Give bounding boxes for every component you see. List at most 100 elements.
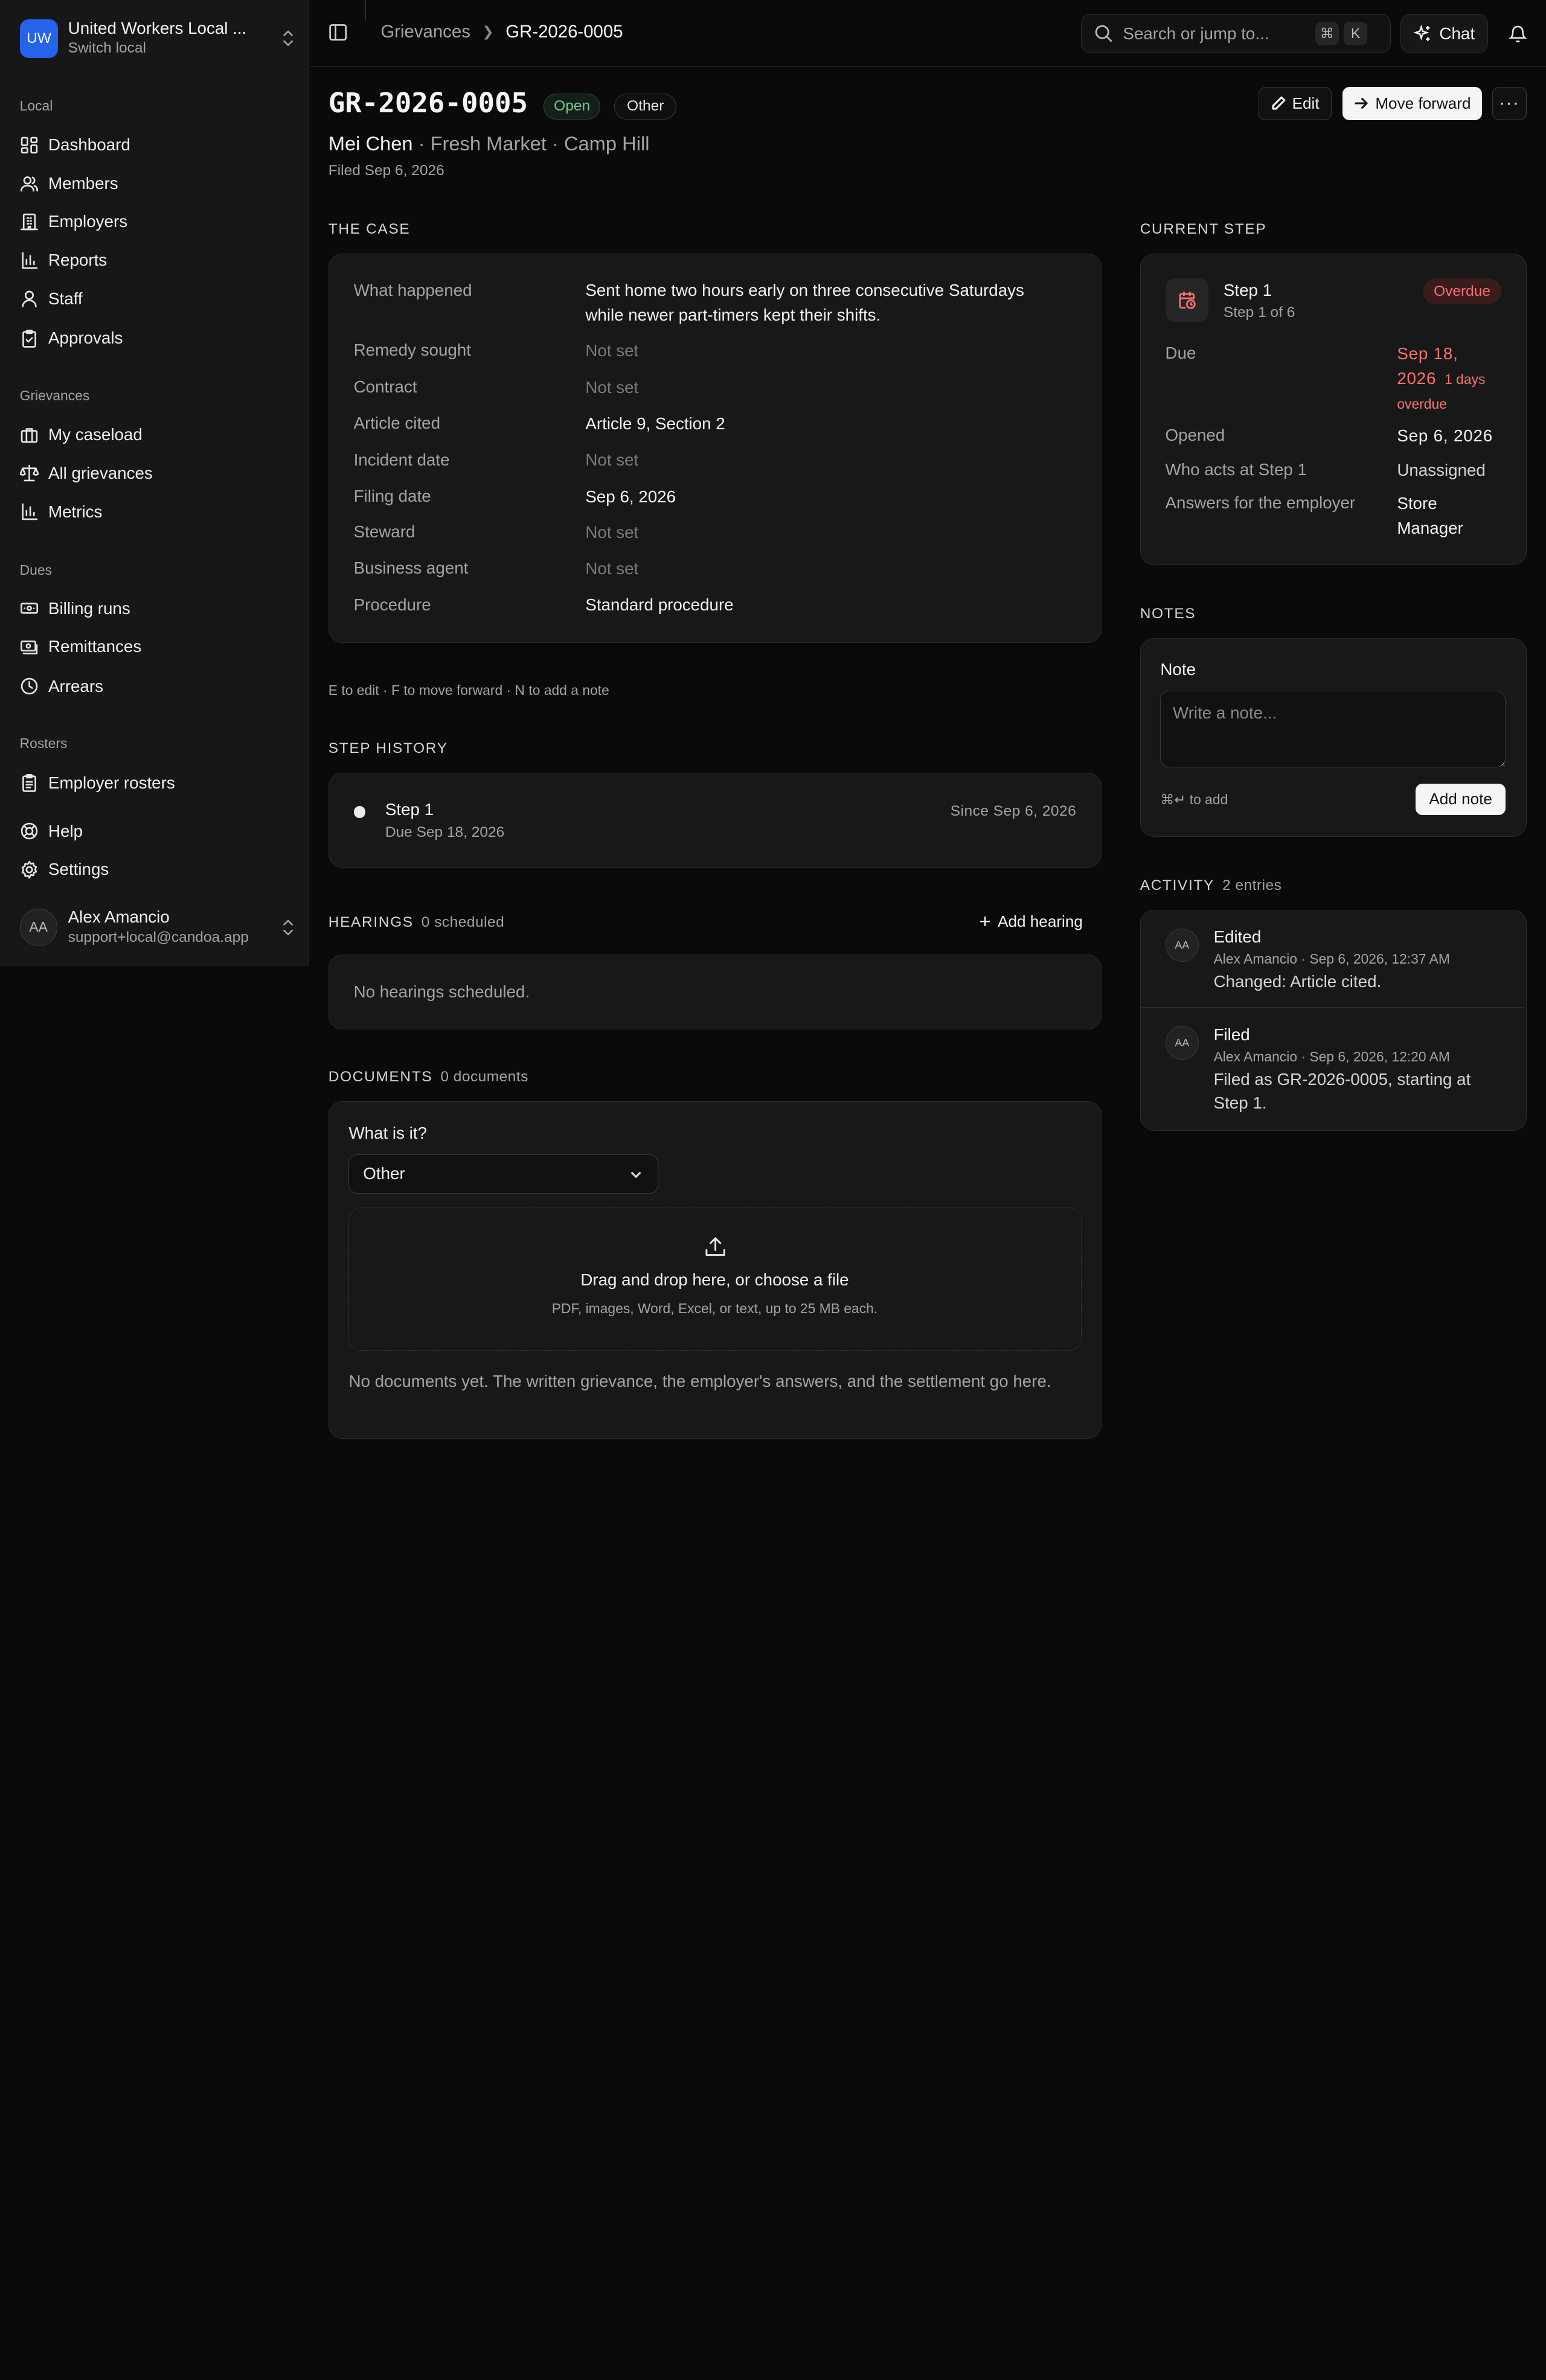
nav-item-label: Arrears	[48, 676, 103, 696]
edit-label: Edit	[1292, 94, 1320, 112]
answers-label: Answers for the employer	[1165, 493, 1356, 513]
chevron-right-icon: ❯	[482, 24, 494, 40]
nav-item-billing-runs[interactable]: Billing runs	[20, 593, 296, 623]
document-type-label: What is it?	[348, 1123, 427, 1142]
document-type-select[interactable]: Other	[348, 1154, 659, 1194]
nav-item-employers[interactable]: Employers	[20, 207, 296, 237]
current-step-card: Step 1 Step 1 of 6 Overdue Due Sep 18, 2…	[1140, 253, 1527, 565]
documents-empty: No documents yet. The written grievance,…	[348, 1371, 1051, 1390]
clipboard-list-icon	[22, 774, 36, 792]
calendar-clock-icon	[1179, 291, 1196, 309]
breadcrumb: Grievances ❯ GR-2026-0005	[380, 22, 623, 42]
divider	[1140, 1007, 1525, 1008]
nav-section-grievances: Grievances	[19, 387, 90, 403]
step-icon	[1165, 278, 1209, 322]
nav-item-employer-rosters[interactable]: Employer rosters	[20, 768, 296, 798]
due-date-line1: Sep 18,	[1397, 344, 1458, 363]
case-key: Filing date	[353, 487, 431, 506]
documents-title: DOCUMENTS	[328, 1069, 433, 1086]
nav-item-label: Dashboard	[48, 135, 130, 155]
user-name: Alex Amancio	[68, 907, 170, 927]
nav-item-label: Remittances	[48, 637, 142, 656]
chevron-up-down-icon	[283, 30, 293, 46]
activity-title: Filed	[1213, 1025, 1250, 1044]
divider	[365, 0, 366, 20]
activity-meta: Alex Amancio · Sep 6, 2026, 12:37 AM	[1213, 951, 1450, 967]
receipt-icon	[20, 640, 37, 654]
file-dropzone[interactable]: Drag and drop here, or choose a file PDF…	[348, 1207, 1082, 1351]
nav-item-settings[interactable]: Settings	[20, 855, 296, 885]
nav-item-reports[interactable]: Reports	[20, 246, 296, 275]
user-menu[interactable]: AA Alex Amancio support+local@candoa.app	[19, 907, 296, 947]
add-hearing-button[interactable]: + Add hearing	[980, 911, 1083, 931]
nav-item-arrears[interactable]: Arrears	[20, 671, 296, 701]
search-icon	[1095, 25, 1112, 42]
bar-chart-icon	[21, 503, 37, 520]
member-name[interactable]: Mei Chen	[329, 132, 413, 155]
step-history-heading: STEP HISTORY	[328, 740, 448, 757]
note-textarea[interactable]	[1160, 691, 1506, 768]
nav-section-dues: Dues	[19, 561, 53, 578]
overdue-badge: Overdue	[1422, 278, 1502, 304]
nav-item-dashboard[interactable]: Dashboard	[20, 130, 296, 160]
status-badge: Open	[543, 94, 601, 120]
nav-item-remittances[interactable]: Remittances	[20, 632, 296, 662]
dashboard-icon	[21, 136, 37, 153]
pencil-icon	[1272, 97, 1286, 110]
nav-section-local: Local	[19, 97, 53, 114]
breadcrumb-grievances[interactable]: Grievances	[380, 22, 470, 42]
members-icon	[20, 176, 38, 192]
case-key: Business agent	[353, 558, 469, 578]
nav-item-label: Billing runs	[48, 598, 130, 618]
nav-item-staff[interactable]: Staff	[20, 284, 296, 313]
nav-item-label: Reports	[48, 251, 107, 270]
dropzone-title: Drag and drop here, or choose a file	[580, 1270, 849, 1289]
chat-button[interactable]: Chat	[1400, 13, 1489, 54]
org-switch-label: Switch local	[68, 39, 146, 56]
nav-item-metrics[interactable]: Metrics	[20, 497, 296, 526]
note-shortcut-hint: ⌘↵ to add	[1160, 791, 1228, 807]
current-step-heading: CURRENT STEP	[1140, 220, 1267, 237]
nav-item-all-grievances[interactable]: All grievances	[19, 458, 296, 488]
chevron-up-down-icon	[283, 920, 293, 935]
sidebar: UW United Workers Local ... Switch local…	[0, 0, 309, 967]
more-options-button[interactable]: ···	[1492, 86, 1527, 121]
org-switcher[interactable]: UW United Workers Local ... Switch local	[19, 18, 296, 59]
opened-label: Opened	[1165, 425, 1225, 444]
nav-section-rosters: Rosters	[19, 735, 68, 752]
gear-icon	[21, 860, 37, 878]
overdue-days: 1 days	[1445, 371, 1486, 387]
nav-item-approvals[interactable]: Approvals	[20, 324, 296, 353]
sidebar-toggle-icon[interactable]	[329, 24, 347, 41]
chevron-down-icon	[630, 1171, 641, 1179]
page-title: GR-2026-0005	[328, 86, 528, 119]
avatar: AA	[1165, 928, 1199, 962]
answers-value-line2: Manager	[1397, 519, 1463, 538]
hearings-card: No hearings scheduled.	[328, 954, 1102, 1029]
banknote-icon	[20, 603, 38, 614]
answers-value-line1: Store	[1397, 494, 1437, 513]
search-box[interactable]: ⌘ K	[1080, 13, 1391, 54]
nav-item-label: Settings	[48, 860, 109, 879]
document-type-value: Other	[363, 1164, 405, 1183]
bell-icon[interactable]	[1508, 24, 1528, 43]
nav-item-label: Metrics	[48, 502, 103, 521]
activity-heading: ACTIVITY 2 entries	[1140, 877, 1282, 894]
case-value: Not set	[585, 450, 639, 470]
notes-card: Note ⌘↵ to add Add note	[1140, 638, 1527, 837]
search-input[interactable]	[1123, 24, 1310, 43]
dropzone-subtitle: PDF, images, Word, Excel, or text, up to…	[551, 1300, 878, 1317]
case-value: Not set	[585, 522, 639, 542]
help-icon	[21, 822, 37, 840]
nav-item-label: All grievances	[48, 463, 153, 482]
add-note-button[interactable]: Add note	[1416, 783, 1506, 815]
move-forward-button[interactable]: Move forward	[1342, 86, 1483, 121]
keyboard-hint: E to edit · F to move forward · N to add…	[328, 682, 609, 699]
edit-button[interactable]: Edit	[1258, 86, 1332, 121]
scale-icon	[19, 465, 39, 482]
nav-item-my-caseload[interactable]: My caseload	[20, 420, 296, 450]
activity-body: Filed as GR-2026-0005, starting at Step …	[1213, 1069, 1471, 1113]
nav-item-help[interactable]: Help	[20, 816, 296, 846]
answers-value: Store Manager	[1397, 491, 1463, 541]
nav-item-members[interactable]: Members	[20, 168, 296, 198]
